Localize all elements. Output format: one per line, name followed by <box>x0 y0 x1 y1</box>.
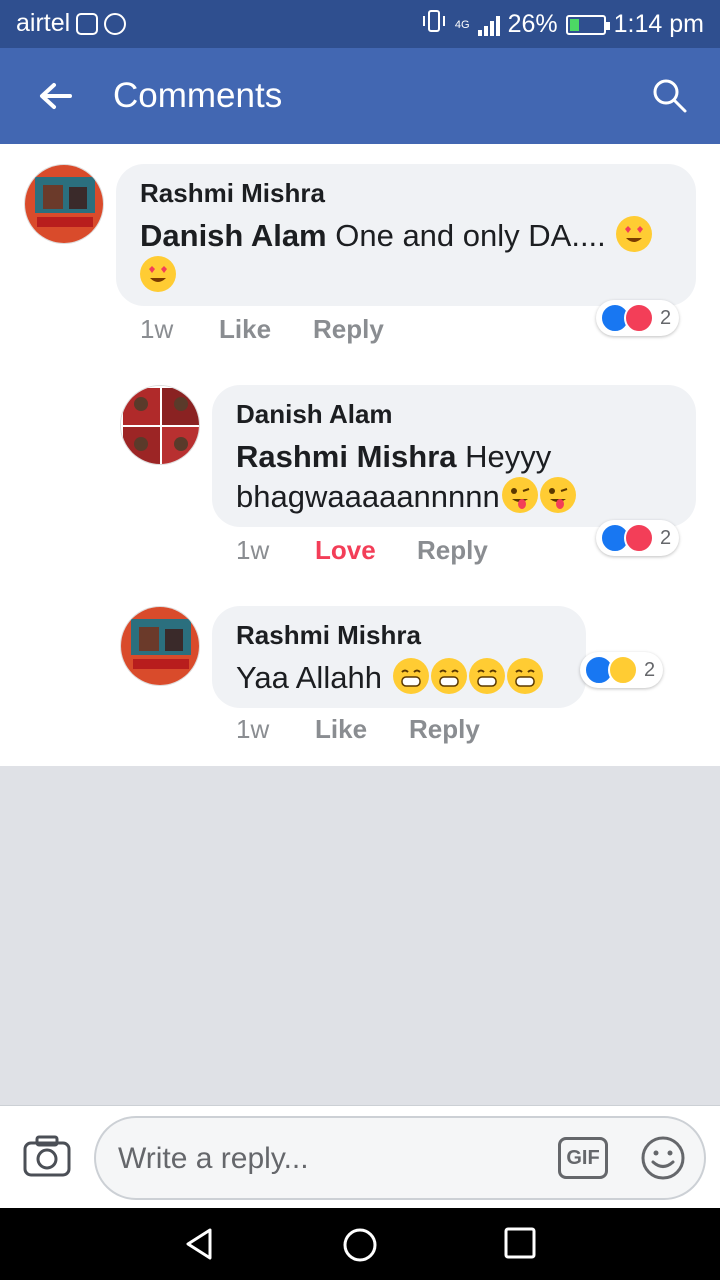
reaction-count: 2 <box>644 658 656 681</box>
reply-bar: Write a reply... GIF <box>0 1105 720 1208</box>
reaction-count: 2 <box>660 526 672 549</box>
reply-button[interactable]: Reply <box>409 714 480 745</box>
vibrate-icon <box>421 9 447 40</box>
heart-eyes-emoji-icon <box>140 256 176 292</box>
app-header: Comments <box>0 48 720 144</box>
comment-bubble[interactable]: Rashmi Mishra Yaa Allahh <box>212 606 586 708</box>
like-button[interactable]: Like <box>219 314 271 345</box>
mention-link[interactable]: Rashmi Mishra <box>236 439 457 474</box>
reply-input[interactable]: Write a reply... GIF <box>94 1116 706 1200</box>
tongue-wink-emoji-icon <box>539 477 576 513</box>
reply-button[interactable]: Reply <box>313 314 384 345</box>
comment-time: 1w <box>236 714 270 744</box>
signal-icon <box>477 14 500 36</box>
love-reaction-icon <box>624 303 654 333</box>
messenger-icon <box>76 12 99 35</box>
grinning-emoji-icon <box>392 658 429 694</box>
comment-text: Yaa Allahh <box>236 658 543 698</box>
comment-time: 1w <box>140 314 174 344</box>
grinning-emoji-icon <box>468 658 505 694</box>
comment-actions: 1w Like Reply <box>236 714 536 746</box>
nav-recents-icon[interactable] <box>503 1226 537 1260</box>
empty-area <box>0 766 720 1105</box>
grinning-emoji-icon <box>430 658 467 694</box>
back-arrow-icon[interactable] <box>34 74 78 118</box>
avatar[interactable] <box>24 164 104 244</box>
reaction-summary[interactable]: 2 <box>596 300 680 336</box>
comment-actions: 1w Like Reply <box>140 314 440 346</box>
grinning-emoji-icon <box>506 658 543 694</box>
heart-eyes-emoji-icon <box>616 216 653 252</box>
carrier-label: airtel <box>16 9 71 37</box>
reply-button[interactable]: Reply <box>417 535 488 566</box>
comment-time: 1w <box>236 535 270 565</box>
reply-placeholder: Write a reply... <box>118 1142 309 1175</box>
comment-author[interactable]: Rashmi Mishra <box>236 620 421 651</box>
comment-body: One and only DA.... <box>326 218 615 253</box>
whatsapp-icon <box>104 12 127 35</box>
tongue-wink-emoji-icon <box>501 477 538 513</box>
comment-bubble[interactable]: Rashmi Mishra Danish Alam One and only D… <box>116 164 696 306</box>
search-icon[interactable] <box>650 76 690 116</box>
avatar[interactable] <box>120 385 200 465</box>
comment-author[interactable]: Danish Alam <box>236 399 393 430</box>
avatar[interactable] <box>120 606 200 686</box>
mention-link[interactable]: Danish Alam <box>140 218 327 253</box>
comment-body-line2: bhagwaaaaannnnn <box>236 479 500 514</box>
page-title: Comments <box>113 76 283 115</box>
camera-icon[interactable] <box>22 1134 72 1178</box>
comments-list: Rashmi Mishra Danish Alam One and only D… <box>0 144 720 766</box>
battery-icon <box>565 14 610 35</box>
system-nav-bar <box>0 1208 720 1280</box>
like-button[interactable]: Like <box>315 714 367 745</box>
reaction-count: 2 <box>660 306 672 329</box>
comment-body: Heyyy <box>456 439 552 474</box>
emoji-icon[interactable] <box>639 1134 687 1182</box>
haha-reaction-icon <box>608 655 638 685</box>
gif-button[interactable]: GIF <box>558 1137 608 1179</box>
comment-body: Yaa Allahh <box>236 660 391 695</box>
love-reaction-icon <box>624 523 654 553</box>
network-label: 4G <box>454 18 470 31</box>
comment-bubble[interactable]: Danish Alam Rashmi Mishra Heyyy bhagwaaa… <box>212 385 696 527</box>
reaction-summary[interactable]: 2 <box>596 520 680 556</box>
love-button[interactable]: Love <box>315 535 376 566</box>
reaction-summary[interactable]: 2 <box>580 652 664 688</box>
battery-percent: 26% <box>507 10 558 38</box>
comment-text: Danish Alam One and only DA.... <box>140 216 653 296</box>
status-bar: airtel 4G 26% 1:14 pm <box>0 0 720 48</box>
nav-home-icon[interactable] <box>341 1226 379 1264</box>
clock: 1:14 pm <box>613 10 704 38</box>
comment-author[interactable]: Rashmi Mishra <box>140 178 325 209</box>
comment-text: Rashmi Mishra Heyyy bhagwaaaaannnnn <box>236 437 576 517</box>
comment-actions: 1w Love Reply <box>236 535 536 567</box>
nav-back-icon[interactable] <box>182 1226 218 1262</box>
